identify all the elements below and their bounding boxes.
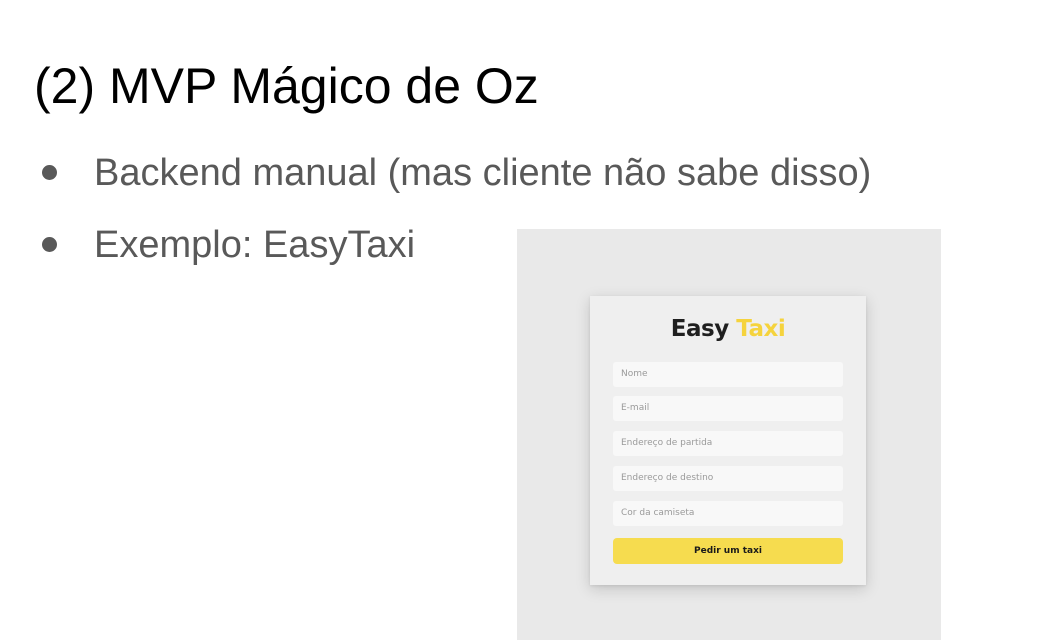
bullet-dot-icon <box>42 237 57 252</box>
email-field[interactable]: E-mail <box>613 396 843 421</box>
shirt-color-field[interactable]: Cor da camiseta <box>613 501 843 526</box>
bullet-dot-icon <box>42 165 57 180</box>
name-field[interactable]: Nome <box>613 362 843 387</box>
slide-title: (2) MVP Mágico de Oz <box>34 58 539 114</box>
order-form-card: Easy Taxi Nome E-mail Endereço de partid… <box>590 296 866 585</box>
logo-taxi-text: Taxi <box>736 316 786 342</box>
logo-easy-text: Easy <box>670 316 729 342</box>
slide: (2) MVP Mágico de Oz Backend manual (mas… <box>0 0 1062 640</box>
pickup-address-field[interactable]: Endereço de partida <box>613 431 843 456</box>
request-taxi-button[interactable]: Pedir um taxi <box>613 538 843 564</box>
bullet-text: Backend manual (mas cliente não sabe dis… <box>94 152 872 194</box>
bullet-text: Exemplo: EasyTaxi <box>94 224 416 266</box>
destination-address-field[interactable]: Endereço de destino <box>613 466 843 491</box>
easytaxi-screenshot: Easy Taxi Nome E-mail Endereço de partid… <box>517 229 941 640</box>
easytaxi-logo: Easy Taxi <box>590 314 866 344</box>
